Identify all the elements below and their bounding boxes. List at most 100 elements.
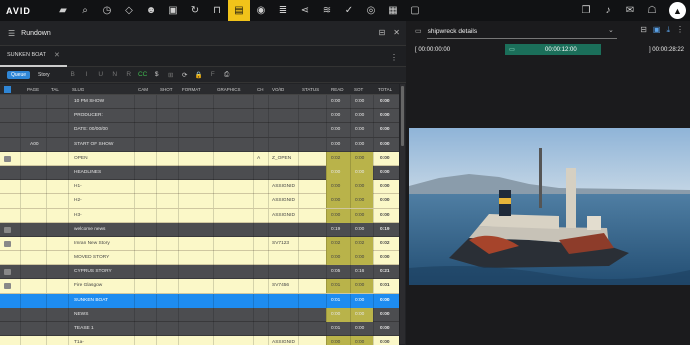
mpc-icon[interactable]: ◉ (250, 0, 272, 21)
refresh-icon[interactable]: ↻ (184, 0, 206, 21)
table-row[interactable]: HEADLINES 0:00 0:00 0:00 (0, 165, 399, 181)
column-header[interactable]: VO/ID (272, 87, 284, 92)
format-icon-3[interactable]: N (108, 71, 122, 79)
chevron-down-icon[interactable]: ⌄ (608, 26, 614, 34)
format-icon-6[interactable]: $ (150, 71, 164, 79)
format-icon-7[interactable]: ⊞ (164, 71, 178, 79)
download-icon[interactable]: ⤓ (666, 25, 670, 35)
story-icon[interactable] (4, 269, 11, 276)
table-row[interactable]: 10 PM SHOW 0:00 0:00 0:00 (0, 95, 399, 110)
format-icon-2[interactable]: U (94, 71, 108, 79)
table-row[interactable]: Fire Glasgow SV7456 0:01 0:00 0:01 (0, 279, 399, 294)
column-header[interactable]: READ (331, 87, 344, 92)
column-header[interactable]: PAGE (27, 87, 39, 92)
column-divider (134, 123, 135, 138)
user-avatar[interactable]: ▲ (669, 2, 686, 19)
search-icon[interactable]: ⌕ (74, 0, 96, 21)
video-frame[interactable] (409, 128, 690, 285)
clip-title[interactable]: shipwreck details (428, 28, 478, 35)
column-divider (253, 109, 254, 124)
robot-icon[interactable]: ☖ (641, 0, 663, 21)
layers-icon[interactable]: ≋ (316, 0, 338, 21)
more-icon[interactable]: ⋮ (676, 25, 684, 35)
table-row[interactable]: H2- ASSIGNID 0:00 0:00 0:00 (0, 194, 399, 209)
bell-icon[interactable]: ♪ (597, 0, 619, 21)
story-icon[interactable] (4, 283, 11, 290)
close-icon[interactable]: ✕ (393, 28, 400, 37)
grid-icon[interactable]: ▦ (382, 0, 404, 21)
column-header[interactable]: CAM (138, 87, 148, 92)
scrollbar-thumb[interactable] (401, 86, 404, 146)
monitor-icon[interactable]: ▣ (653, 25, 661, 35)
format-icon-9[interactable]: 🔒 (192, 71, 206, 79)
chat-icon[interactable]: ✉ (619, 0, 641, 21)
box2-icon[interactable]: ▢ (404, 0, 426, 21)
layout-icon[interactable]: ⊟ (640, 25, 647, 35)
column-header[interactable]: CH (257, 87, 264, 92)
story-icon[interactable] (4, 240, 11, 247)
folder-icon[interactable]: ▰ (52, 0, 74, 21)
format-icon-11[interactable]: ⎙ (220, 71, 234, 79)
rundown-icon[interactable]: ▤ (228, 0, 250, 21)
column-header[interactable]: FORMAT (182, 87, 201, 92)
globe-icon[interactable]: ◎ (360, 0, 382, 21)
table-row[interactable]: H1- ASSIGNID 0:00 0:00 0:00 (0, 180, 399, 195)
table-row[interactable]: H3- ASSIGNID 0:00 0:00 0:00 (0, 208, 399, 223)
format-icon-4[interactable]: R (122, 71, 136, 79)
column-header[interactable]: STATUS (302, 87, 319, 92)
queue-toggle[interactable]: Queue (7, 70, 31, 79)
story-icon[interactable] (4, 226, 11, 233)
table-row[interactable]: OPEN A Z_OPEN 0:02 0:00 0:00 (0, 151, 399, 166)
table-row[interactable]: A00 START OF SHOW 0:00 0:00 0:00 (0, 137, 399, 152)
story-icon[interactable] (4, 155, 11, 162)
story-toggle[interactable]: Story (34, 71, 54, 79)
column-header[interactable]: TAL (51, 87, 59, 92)
column-header[interactable]: SLUG (72, 87, 84, 92)
column-header[interactable]: GRAPHICS (217, 87, 241, 92)
share-icon[interactable]: ⋖ (294, 0, 316, 21)
layout-icon[interactable]: ⊟ (379, 28, 386, 37)
column-divider (134, 109, 135, 124)
column-header[interactable]: SHOT (160, 87, 173, 92)
table-row[interactable]: CYPRUS STORY 0:05 0:16 0:21 (0, 265, 399, 280)
menu-icon[interactable]: ☰ (8, 29, 15, 38)
read-cell: 0:19 (331, 226, 341, 232)
table-row[interactable]: T1a- ASSIGNID 0:00 0:00 0:00 (0, 336, 399, 345)
bookmark-icon[interactable]: ⊓ (206, 0, 228, 21)
check-icon[interactable]: ✓ (338, 0, 360, 21)
tab-close-icon[interactable]: ✕ (54, 51, 60, 59)
slug-cell: START OF SHOW (74, 141, 114, 147)
column-divider (178, 123, 179, 138)
format-icon-0[interactable]: B (66, 71, 80, 79)
tab-sunken-boat[interactable]: SUNKEN BOAT ✕ (0, 46, 67, 67)
clock-icon[interactable]: ◷ (96, 0, 118, 21)
column-header[interactable]: SOT (354, 87, 363, 92)
vertical-scrollbar[interactable] (400, 84, 405, 344)
list-icon[interactable]: ≣ (272, 0, 294, 21)
table-row[interactable]: PRODUCER: 0:00 0:00 0:00 (0, 109, 399, 124)
user-circle-icon[interactable]: ☻ (140, 0, 162, 21)
table-row[interactable]: TEASE 1 0:01 0:00 0:00 (0, 322, 399, 337)
format-icon-8[interactable]: ⟳ (178, 71, 192, 79)
read-cell: 0:00 (331, 127, 341, 133)
diamond-icon[interactable]: ◇ (118, 0, 140, 21)
table-row[interactable]: SUNKEN BOAT 0:01 0:00 0:00 (0, 293, 399, 308)
more-options-icon[interactable]: ⋮ (390, 53, 398, 62)
table-row[interactable]: welcome news 0:19 0:00 0:19 (0, 222, 399, 237)
table-row[interactable]: Imran New Story SV7123 0:02 0:02 0:02 (0, 236, 399, 252)
stack-icon[interactable]: ❐ (575, 0, 597, 21)
box-icon[interactable]: ▣ (162, 0, 184, 21)
column-divider (373, 251, 374, 266)
sot-cell: 0:00 (355, 212, 365, 218)
table-row[interactable]: NEWS 0:00 0:00 0:00 (0, 307, 399, 322)
column-header[interactable]: TOTAL (378, 87, 392, 92)
top-toolbar: AVID ▰ ⌕ ◷ ◇ ☻ ▣ ↻ ⊓ ▤ ◉ ≣ ⋖ ≋ ✓ ◎ ▦ ▢ ❐ ♪ ✉ ☖ ▲ (0, 0, 690, 21)
format-icon-1[interactable]: I (80, 71, 94, 79)
table-row[interactable]: MOVED STORY 0:00 0:00 0:00 (0, 251, 399, 266)
format-icon-5[interactable]: CC (136, 71, 150, 79)
table-row[interactable]: DATE: 00/00/00 0:00 0:00 0:00 (0, 123, 399, 138)
current-timecode[interactable]: ▭ 00:00:12:00 (505, 44, 601, 55)
format-icon-10[interactable]: F (206, 71, 220, 79)
column-divider (326, 109, 327, 124)
column-divider (20, 222, 21, 237)
